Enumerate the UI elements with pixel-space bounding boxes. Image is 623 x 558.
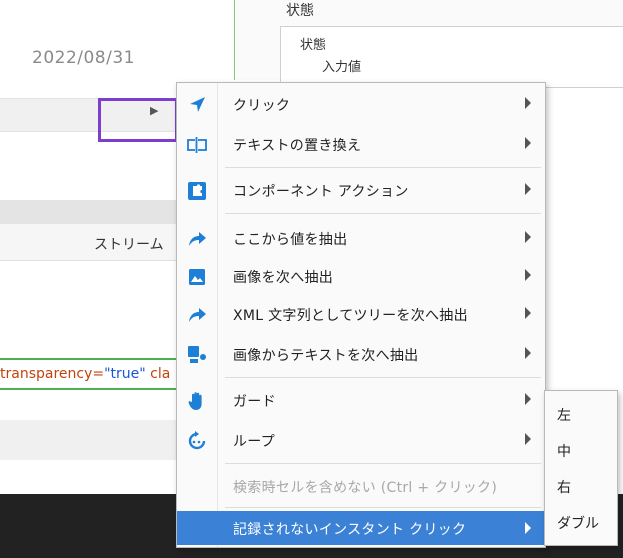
- menu-item-label: ループ: [233, 434, 276, 450]
- code-value: "true": [104, 366, 146, 382]
- tree-node-state[interactable]: 状態: [300, 34, 326, 53]
- code-attribute: transparency=: [0, 366, 105, 382]
- menu-item-instant-click[interactable]: 記録されないインスタント クリック: [177, 511, 545, 545]
- panel-splitter[interactable]: [234, 0, 235, 80]
- image-icon: [189, 269, 205, 285]
- context-menu: クリック テキストの置き換え コンポーネント アクション ここから値を抽出 画像…: [176, 82, 546, 548]
- hand-icon: [188, 392, 202, 410]
- menu-item-extract-xml-tree[interactable]: XML 文字列としてツリーを次へ抽出: [177, 295, 545, 333]
- submenu-item-left[interactable]: 左: [557, 405, 571, 425]
- submenu-arrow-icon: [525, 522, 531, 534]
- menu-item-guard[interactable]: ガード: [177, 381, 545, 419]
- menu-item-extract-value[interactable]: ここから値を抽出: [177, 219, 545, 257]
- text-cursor-icon: [187, 137, 207, 153]
- tree-node-input-value[interactable]: 入力値: [322, 56, 361, 75]
- submenu-arrow-icon: [525, 231, 531, 243]
- submenu-arrow-icon: [525, 269, 531, 281]
- date-value: 2022/08/31: [32, 48, 135, 68]
- state-panel-title: 状態: [286, 3, 314, 19]
- puzzle-icon: [188, 182, 206, 200]
- menu-item-label: ガード: [233, 394, 276, 410]
- menu-separator: [225, 377, 541, 378]
- menu-item-label: 記録されないインスタント クリック: [233, 522, 467, 538]
- submenu-arrow-icon: [525, 137, 531, 149]
- code-tail: cla: [145, 366, 171, 382]
- menu-item-label: クリック: [233, 98, 291, 114]
- selection-highlight: [98, 98, 178, 142]
- submenu-arrow-icon: [525, 183, 531, 195]
- menu-item-replace-text[interactable]: テキストの置き換え: [177, 125, 545, 163]
- submenu-arrow-icon: [525, 433, 531, 445]
- cursor-arrow-icon: [190, 97, 205, 112]
- menu-item-label: 画像からテキストを次へ抽出: [233, 348, 419, 364]
- lower-panel: [0, 420, 176, 460]
- submenu-arrow-icon: [525, 97, 531, 109]
- menu-item-label: コンポーネント アクション: [233, 184, 409, 200]
- menu-item-label: XML 文字列としてツリーを次へ抽出: [233, 308, 468, 324]
- stream-column-label: ストリーム: [94, 237, 164, 253]
- submenu-item-middle[interactable]: 中: [557, 441, 571, 461]
- submenu-arrow-icon: [525, 393, 531, 405]
- share-arrow-icon: [189, 308, 206, 322]
- share-arrow-icon: [189, 232, 206, 246]
- image-text-icon: [188, 346, 206, 363]
- menu-item-click[interactable]: クリック: [177, 85, 545, 123]
- menu-item-label: 検索時セルを含めない (Ctrl + クリック): [233, 480, 498, 496]
- menu-item-label: テキストの置き換え: [233, 138, 362, 154]
- submenu-item-double[interactable]: ダブル: [557, 513, 599, 533]
- menu-separator: [225, 213, 541, 214]
- submenu-arrow-icon: [525, 307, 531, 319]
- menu-separator: [225, 507, 541, 508]
- menu-item-label: ここから値を抽出: [233, 232, 348, 248]
- instant-click-submenu: 左 中 右 ダブル: [544, 390, 618, 546]
- code-snippet: transparency="true" cla: [0, 358, 176, 390]
- submenu-item-right[interactable]: 右: [557, 477, 571, 497]
- menu-item-exclude-cells: 検索時セルを含めない (Ctrl + クリック): [177, 467, 545, 505]
- menu-item-extract-text-from-image[interactable]: 画像からテキストを次へ抽出: [177, 335, 545, 373]
- menu-item-extract-image[interactable]: 画像を次へ抽出: [177, 257, 545, 295]
- menu-item-label: 画像を次へ抽出: [233, 270, 334, 286]
- menu-item-loop[interactable]: ループ: [177, 421, 545, 459]
- menu-separator: [225, 167, 541, 168]
- loop-icon: [188, 431, 206, 450]
- menu-item-component-action[interactable]: コンポーネント アクション: [177, 171, 545, 209]
- submenu-arrow-icon: [525, 347, 531, 359]
- section-divider: [0, 200, 176, 224]
- menu-separator: [225, 463, 541, 464]
